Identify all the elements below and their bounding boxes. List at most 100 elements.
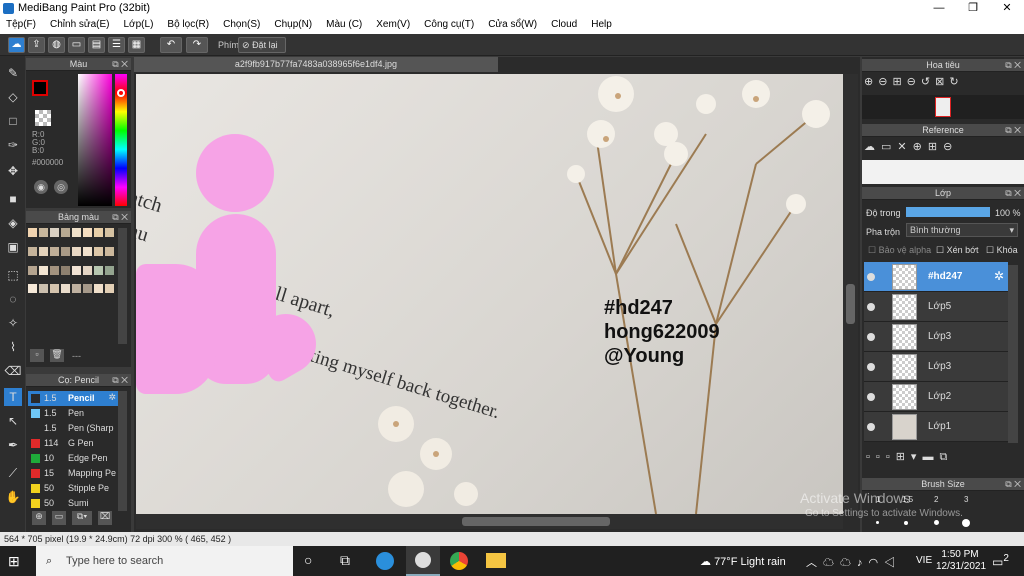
palette-swatch[interactable]	[94, 284, 103, 294]
zoom-minus-icon[interactable]: ⊖	[907, 76, 921, 88]
eyedropper-tool-icon[interactable]: ✒	[4, 436, 22, 454]
share-icon[interactable]: ⇪	[28, 37, 45, 53]
reset-button[interactable]: ⊘ Đặt lại	[238, 37, 286, 53]
layer-row[interactable]: #hd247 ✲	[864, 262, 1008, 292]
rectangle-tool-icon[interactable]: □	[4, 112, 22, 130]
maximize-button[interactable]: ❐	[956, 0, 990, 17]
notification-icon[interactable]: ▭2	[992, 553, 1009, 569]
panel-close-icon[interactable]: ⧉ ✕	[112, 58, 128, 71]
operation-tool-icon[interactable]: ↖	[4, 412, 22, 430]
palette-swatch[interactable]	[28, 284, 37, 294]
eye-icon[interactable]	[867, 333, 875, 341]
bucket-tool-icon[interactable]: ◈	[4, 214, 22, 232]
palette-swatch[interactable]	[94, 265, 103, 275]
palette-swatch[interactable]	[50, 246, 59, 256]
hue-handle[interactable]	[117, 89, 125, 97]
panel-close-icon[interactable]: ⧉ ✕	[1005, 124, 1021, 137]
task-view-icon[interactable]: ⧉	[340, 552, 350, 569]
cortana-icon[interactable]: ○	[304, 552, 312, 568]
palette-swatch[interactable]	[39, 246, 48, 256]
panel-close-icon[interactable]: ⧉ ✕	[1005, 478, 1021, 491]
brush-size-2[interactable]: 2	[934, 495, 938, 504]
cloud-icon[interactable]: ☁	[8, 37, 25, 53]
folder-icon[interactable]: ▭	[881, 141, 897, 153]
duplicate-layer-icon[interactable]: ⧉	[939, 451, 953, 463]
close-reference-icon[interactable]: ✕	[897, 141, 912, 153]
palette-swatch[interactable]	[28, 265, 37, 275]
palette-swatch[interactable]	[39, 265, 48, 275]
layer-tools[interactable]: ▫▫▫⊞▾▬⧉	[866, 450, 1020, 466]
brush-item[interactable]: 114 G Pen	[28, 436, 118, 451]
vscroll-thumb[interactable]	[846, 284, 855, 324]
menu-filter[interactable]: Bộ lọc(R)	[167, 17, 209, 30]
brush-item[interactable]: 1.5 Pencil ✲	[28, 391, 118, 406]
palette-swatch[interactable]	[50, 228, 59, 237]
list-icon[interactable]: ☰	[108, 37, 125, 53]
new-layer-icon[interactable]: ▫	[866, 451, 876, 463]
onedrive-icon[interactable]: ☁	[840, 557, 857, 569]
wifi-icon[interactable]: ◠	[869, 557, 885, 569]
palette-swatch[interactable]	[50, 284, 59, 294]
layer-settings-icon[interactable]: ✲	[994, 269, 1004, 283]
grid-icon[interactable]: ▦	[128, 37, 145, 53]
mic-icon[interactable]: ♪	[857, 557, 869, 569]
menu-view[interactable]: Xem(V)	[376, 17, 410, 30]
palette-swatch[interactable]	[61, 228, 70, 237]
volume-icon[interactable]: ◁	[884, 557, 901, 569]
select-eraser-tool-icon[interactable]: ⌫	[4, 362, 22, 380]
zoom-in-icon[interactable]: ⊕	[864, 76, 878, 88]
edge-icon[interactable]	[376, 552, 394, 570]
zoom-out-icon[interactable]: ⊖	[878, 76, 892, 88]
move-tool-icon[interactable]: ✥	[4, 162, 22, 180]
undo-icon[interactable]: ↶	[160, 37, 182, 53]
comment-icon[interactable]: ◍	[48, 37, 65, 53]
zoom-out-icon[interactable]: ⊖	[943, 141, 958, 153]
dropper-tool-icon[interactable]: ⟋	[4, 464, 22, 482]
close-button[interactable]: ✕	[990, 0, 1024, 17]
new-layer-2-icon[interactable]: ▫	[876, 451, 886, 463]
layer-row[interactable]: Lớp1	[864, 412, 1008, 442]
lasso-tool-icon[interactable]: ◌	[4, 290, 22, 308]
palette-swatch[interactable]	[83, 246, 92, 256]
layer-row[interactable]: Lớp2	[864, 382, 1008, 412]
palette-swatch[interactable]	[72, 228, 81, 237]
cloud-upload-icon[interactable]: ☁	[864, 141, 881, 153]
pen-tool-icon[interactable]: ✑	[4, 136, 22, 154]
navigator-preview[interactable]	[862, 95, 1024, 119]
palette-grid[interactable]	[28, 228, 116, 302]
select-tool-icon[interactable]: ⬚	[4, 266, 22, 284]
language-indicator[interactable]: VIE	[916, 555, 932, 566]
palette-swatch[interactable]	[50, 265, 59, 275]
navigator-tools[interactable]: ⊕⊖⊞⊖↺⊠↻	[864, 75, 1019, 93]
color-saturation-box[interactable]	[78, 74, 112, 206]
brush-tool-icon[interactable]: ✎	[4, 64, 22, 82]
redo-icon[interactable]: ↷	[186, 37, 208, 53]
brush-item[interactable]: 15 Mapping Pe	[28, 466, 118, 481]
palette-swatch[interactable]	[39, 284, 48, 294]
palette-swatch[interactable]	[61, 284, 70, 294]
menu-layer[interactable]: Lớp(L)	[124, 17, 154, 30]
layer-scrollbar[interactable]	[1008, 265, 1018, 443]
chrome-icon[interactable]	[450, 552, 468, 570]
clock[interactable]: 1:50 PM 12/31/2021	[936, 549, 986, 573]
rotate-reset-icon[interactable]: ⊠	[935, 76, 949, 88]
zoom-in-icon[interactable]: ⊕	[913, 141, 928, 153]
canvas-vertical-scrollbar[interactable]	[843, 74, 858, 514]
brush-item[interactable]: 1.5 Pen (Sharp	[28, 421, 118, 436]
eye-icon[interactable]	[867, 363, 875, 371]
rotate-left-icon[interactable]: ↺	[921, 76, 935, 88]
canvas-horizontal-scrollbar[interactable]	[136, 514, 843, 529]
brush-item[interactable]: 50 Sumi	[28, 496, 118, 511]
page-icon[interactable]: ▭	[68, 37, 85, 53]
protect-alpha-check[interactable]: ☐ Bảo vệ alpha	[868, 245, 931, 256]
delete-palette-icon[interactable]: 🗑	[50, 349, 64, 362]
palette-swatch[interactable]	[105, 284, 114, 294]
menu-help[interactable]: Help	[591, 17, 612, 30]
menu-file[interactable]: Tệp(F)	[6, 17, 36, 30]
text-tool-icon[interactable]: T	[4, 388, 22, 406]
weather-widget[interactable]: ☁ 77°F Light rain	[700, 555, 786, 568]
document-tab[interactable]: a2f9fb917b77fa7483a038965f6e1df4.jpg	[134, 57, 498, 72]
fit-icon[interactable]: ⊞	[892, 76, 906, 88]
file-explorer-icon[interactable]	[486, 553, 506, 568]
folder-layer-icon[interactable]: ▬	[922, 451, 939, 463]
